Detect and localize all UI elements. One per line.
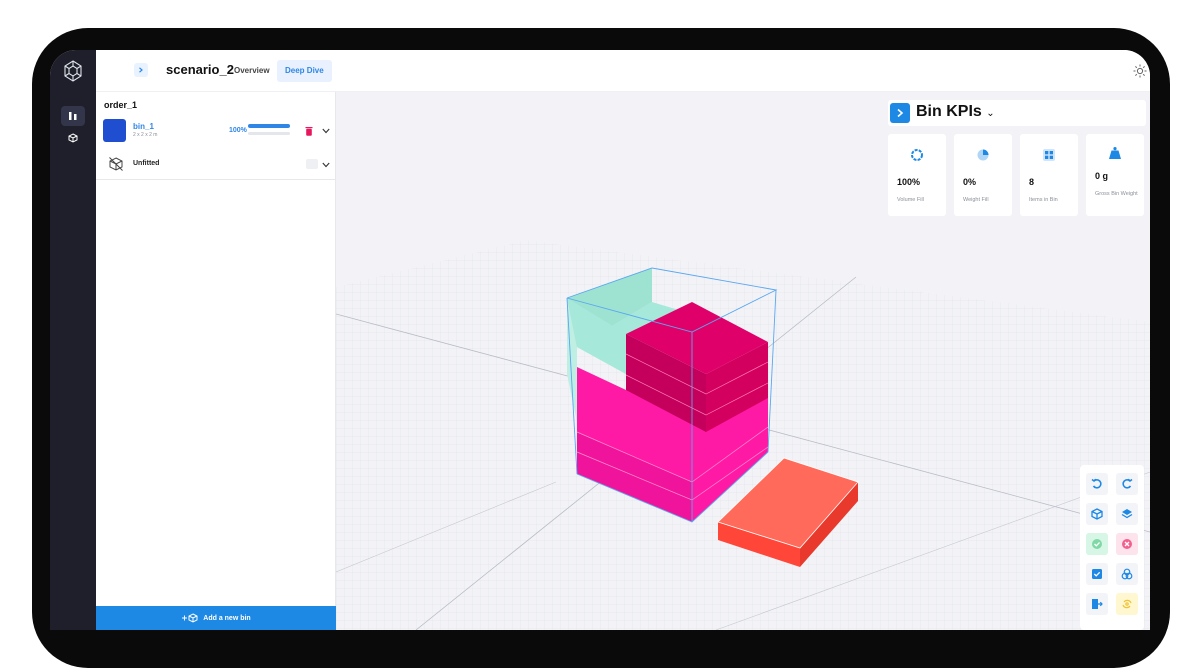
items-icon (1043, 149, 1055, 161)
kpi-card-weight-fill: 0% Weight Fill (954, 134, 1012, 216)
kpi-value: 0% (963, 177, 977, 187)
kpi-label: Volume Fill (897, 197, 924, 203)
kpi-card-items-in-bin: 8 Items in Bin (1020, 134, 1078, 216)
undo-button[interactable] (1086, 473, 1108, 495)
chevron-right-icon (139, 67, 143, 73)
kpi-title: Bin KPIs ⌄ (916, 103, 995, 120)
unfitted-count-badge (306, 159, 318, 169)
redo-icon (1122, 478, 1133, 489)
unfitted-box-icon (109, 157, 123, 171)
kpi-label: Gross Bin Weight (1095, 191, 1138, 197)
chevron-down-icon[interactable] (322, 128, 330, 134)
bin-volume-progress-bar (248, 124, 290, 128)
export-button[interactable] (1086, 593, 1108, 615)
reset-button[interactable] (1116, 593, 1138, 615)
export-icon (1092, 599, 1103, 609)
unfitted-row[interactable]: Unfitted (96, 152, 336, 180)
undo-icon (1091, 478, 1102, 489)
top-bar: scenario_2 Overview Deep Dive GI (96, 50, 1150, 92)
left-rail (50, 50, 96, 630)
bin-size: 2 x 2 x 2 m (133, 132, 158, 138)
bin-name: bin_1 (133, 122, 154, 131)
rail-bins-button[interactable] (61, 106, 85, 126)
plus-cube-icon (182, 613, 198, 623)
theme-toggle-sun-icon[interactable] (1132, 63, 1148, 79)
bin-row[interactable]: bin_1 2 x 2 x 2 m 100% (96, 116, 336, 152)
volume-fill-icon (911, 149, 923, 161)
layers-button[interactable] (1116, 503, 1138, 525)
unfitted-label: Unfitted (133, 160, 160, 167)
group-button[interactable] (1116, 563, 1138, 585)
kpi-card-gross-bin-weight: 0 g Gross Bin Weight (1086, 134, 1144, 216)
kpi-card-volume-fill: 100% Volume Fill (888, 134, 946, 216)
kpi-header[interactable]: Bin KPIs ⌄ (888, 100, 1146, 126)
kpi-value: 100% (897, 177, 921, 187)
kpi-value: 8 (1029, 177, 1035, 187)
chevron-down-icon[interactable]: ⌄ (986, 108, 994, 119)
add-bin-button[interactable]: Add a new bin (96, 606, 336, 630)
cube-icon (1091, 508, 1103, 520)
weight-fill-icon (977, 149, 989, 161)
redo-button[interactable] (1116, 473, 1138, 495)
circles-icon (1121, 568, 1133, 580)
add-bin-label: Add a new bin (203, 614, 251, 622)
bins-icon (69, 112, 77, 120)
bin-list-panel: order_1 bin_1 2 x 2 x 2 m 100% Unfitted … (96, 92, 336, 630)
sidebar-toggle-button[interactable] (134, 63, 148, 77)
bin-weight-progress-bar (248, 132, 290, 135)
chevron-down-icon[interactable] (322, 162, 330, 168)
app-screen: scenario_2 Overview Deep Dive GI order_1… (50, 50, 1150, 630)
select-button[interactable] (1086, 563, 1108, 585)
tab-overview[interactable]: Overview (226, 60, 278, 82)
kpi-value: 0 g (1095, 171, 1109, 181)
rail-items-button[interactable] (61, 128, 85, 148)
kpi-label: Weight Fill (963, 197, 989, 203)
layers-icon (1121, 509, 1133, 519)
weight-icon (1109, 147, 1121, 159)
chevron-right-icon (897, 108, 904, 118)
bin-color-swatch (103, 119, 126, 142)
delete-bin-trash-icon[interactable] (305, 126, 313, 136)
reset-icon (1122, 599, 1132, 609)
close-circle-icon (1122, 539, 1132, 549)
cube-icon (68, 133, 78, 143)
bin-fill-percent: 100% (229, 127, 247, 134)
scenario-title: scenario_2 (166, 62, 234, 77)
order-title: order_1 (104, 100, 138, 110)
tab-deep-dive[interactable]: Deep Dive (277, 60, 332, 82)
viewport-toolbar (1080, 465, 1144, 630)
accept-button[interactable] (1086, 533, 1108, 555)
check-circle-icon (1092, 539, 1102, 549)
kpi-label: Items in Bin (1029, 197, 1058, 203)
cube-view-button[interactable] (1086, 503, 1108, 525)
checkbox-icon (1092, 569, 1102, 579)
kpi-toggle-button[interactable] (890, 103, 910, 123)
app-logo-icon (64, 60, 82, 82)
reject-button[interactable] (1116, 533, 1138, 555)
